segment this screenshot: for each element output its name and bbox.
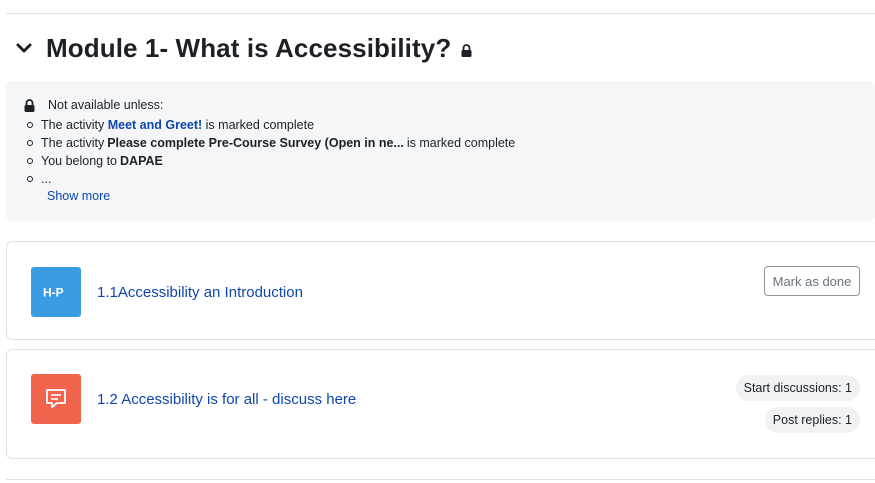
show-more-link[interactable]: Show more (47, 189, 110, 203)
bullet (27, 176, 33, 182)
survey-activity-name: Please complete Pre-Course Survey (Open … (107, 136, 404, 150)
bullet (27, 140, 33, 146)
section-title: Module 1- What is Accessibility? (46, 32, 452, 63)
svg-text:H-P: H-P (43, 286, 64, 298)
restriction-item-prefix: The activity (41, 136, 105, 150)
activity-card: 1.2 Accessibility is for all - discuss h… (6, 349, 875, 459)
activity-link[interactable]: 1.1Accessibility an Introduction (97, 284, 303, 301)
post-replies-badge: Post replies: 1 (764, 407, 860, 433)
chevron-down-icon[interactable] (14, 38, 34, 58)
bottom-divider (6, 479, 875, 480)
restriction-item-prefix: The activity (41, 118, 105, 132)
section-header: Module 1- What is Accessibility? (14, 30, 472, 66)
lock-icon (461, 43, 472, 57)
restriction-item-prefix: You belong to (41, 154, 118, 168)
activity-link[interactable]: 1.2 Accessibility is for all - discuss h… (97, 391, 356, 408)
meet-and-greet-link[interactable]: Meet and Greet! (108, 116, 202, 134)
lock-icon (24, 98, 35, 112)
restriction-list: The activity Meet and Greet! is marked c… (24, 116, 515, 188)
activity-card: H-P 1.1Accessibility an Introduction Mar… (6, 241, 875, 340)
bullet (27, 122, 33, 128)
restriction-item: The activity Meet and Greet! is marked c… (24, 116, 515, 134)
restriction-heading: Not available unless: (24, 98, 163, 112)
forum-icon (31, 374, 81, 424)
bullet (27, 158, 33, 164)
restriction-item: You belong to DAPAE (24, 152, 515, 170)
restriction-item: The activity Please complete Pre-Course S… (24, 134, 515, 152)
restriction-item-suffix: is marked complete (406, 136, 516, 150)
group-name: DAPAE (120, 154, 163, 168)
restriction-panel: Not available unless: The activity Meet … (6, 81, 875, 221)
restriction-item-ellipsis: ... (41, 172, 52, 186)
top-divider (6, 13, 875, 14)
restriction-item-suffix: is marked complete (205, 118, 315, 132)
restriction-item: ... (24, 170, 515, 188)
restriction-heading-text: Not available unless: (48, 98, 164, 112)
mark-as-done-button[interactable]: Mark as done (764, 266, 860, 296)
start-discussions-badge: Start discussions: 1 (735, 375, 860, 401)
h5p-icon: H-P (31, 267, 81, 317)
